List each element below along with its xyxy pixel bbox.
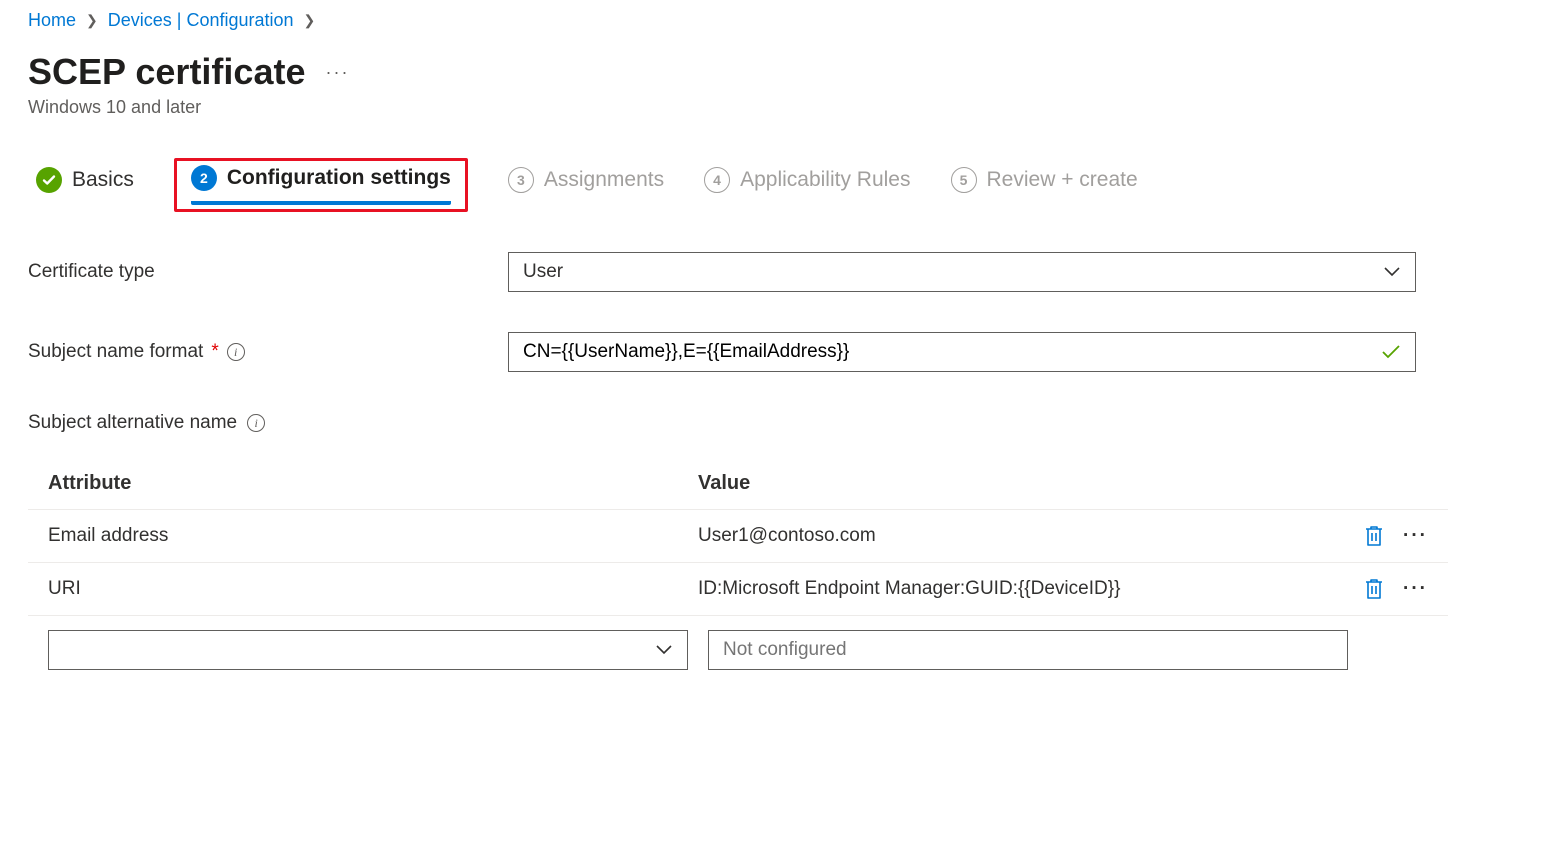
san-header-value: Value [698, 472, 1328, 495]
san-section-label: Subject alternative name i [28, 412, 1532, 434]
row-more-icon[interactable]: ··· [1403, 578, 1428, 600]
san-header-attribute: Attribute [48, 472, 698, 495]
wizard-step-review[interactable]: 5 Review + create [951, 167, 1138, 203]
wizard-step-config[interactable]: 2 Configuration settings [191, 165, 451, 205]
chevron-right-icon: ❯ [304, 12, 316, 29]
breadcrumb: Home ❯ Devices | Configuration ❯ [28, 10, 1532, 31]
wizard-step-label: Review + create [987, 168, 1138, 192]
san-row: Email address User1@contoso.com ··· [28, 510, 1448, 563]
step-number-icon: 3 [508, 167, 534, 193]
san-row: URI ID:Microsoft Endpoint Manager:GUID:{… [28, 563, 1448, 616]
wizard-step-label: Assignments [544, 168, 664, 192]
san-new-row [28, 616, 1368, 670]
san-table: Attribute Value Email address User1@cont… [28, 458, 1448, 670]
wizard-step-applicability[interactable]: 4 Applicability Rules [704, 167, 910, 203]
delete-icon[interactable] [1363, 524, 1385, 548]
san-label-text: Subject alternative name [28, 412, 237, 434]
breadcrumb-devices[interactable]: Devices | Configuration [108, 10, 294, 31]
wizard-step-label: Basics [72, 168, 134, 192]
certificate-type-select[interactable]: User [508, 252, 1416, 292]
wizard-step-label: Configuration settings [227, 166, 451, 190]
page-subtitle: Windows 10 and later [28, 97, 1532, 118]
info-icon[interactable]: i [227, 343, 245, 361]
wizard-step-assignments[interactable]: 3 Assignments [508, 167, 664, 203]
san-row-attribute: URI [48, 578, 698, 600]
san-new-value-input-wrapper [708, 630, 1348, 670]
info-icon[interactable]: i [247, 414, 265, 432]
more-actions-icon[interactable]: ··· [325, 62, 349, 83]
subject-name-format-label: Subject name format * i [28, 341, 508, 363]
field-certificate-type: Certificate type User [28, 252, 1532, 292]
san-row-value: User1@contoso.com [698, 525, 1328, 547]
step-number-icon: 5 [951, 167, 977, 193]
row-more-icon[interactable]: ··· [1403, 525, 1428, 547]
san-new-attribute-select[interactable] [48, 630, 688, 670]
san-row-value: ID:Microsoft Endpoint Manager:GUID:{{Dev… [698, 578, 1328, 600]
subject-name-label-text: Subject name format [28, 341, 203, 363]
chevron-right-icon: ❯ [86, 12, 98, 29]
valid-check-icon [1381, 344, 1401, 360]
wizard-step-basics[interactable]: Basics [36, 167, 134, 203]
chevron-down-icon [655, 644, 673, 656]
highlight-box: 2 Configuration settings [174, 158, 468, 212]
subject-name-format-input[interactable] [523, 341, 1381, 363]
wizard-steps: Basics 2 Configuration settings 3 Assign… [28, 158, 1532, 212]
san-new-value-input[interactable] [723, 639, 1333, 661]
step-number-icon: 4 [704, 167, 730, 193]
wizard-step-label: Applicability Rules [740, 168, 910, 192]
required-asterisk: * [211, 341, 218, 363]
san-row-attribute: Email address [48, 525, 698, 547]
check-icon [36, 167, 62, 193]
subject-name-format-input-wrapper [508, 332, 1416, 372]
san-table-header: Attribute Value [28, 458, 1448, 510]
page-title: SCEP certificate [28, 51, 305, 93]
certificate-type-label: Certificate type [28, 261, 508, 283]
page-title-row: SCEP certificate ··· [28, 51, 1532, 93]
step-number-icon: 2 [191, 165, 217, 191]
delete-icon[interactable] [1363, 577, 1385, 601]
certificate-type-value: User [523, 261, 563, 283]
chevron-down-icon [1383, 266, 1401, 278]
field-subject-name-format: Subject name format * i [28, 332, 1532, 372]
breadcrumb-home[interactable]: Home [28, 10, 76, 31]
